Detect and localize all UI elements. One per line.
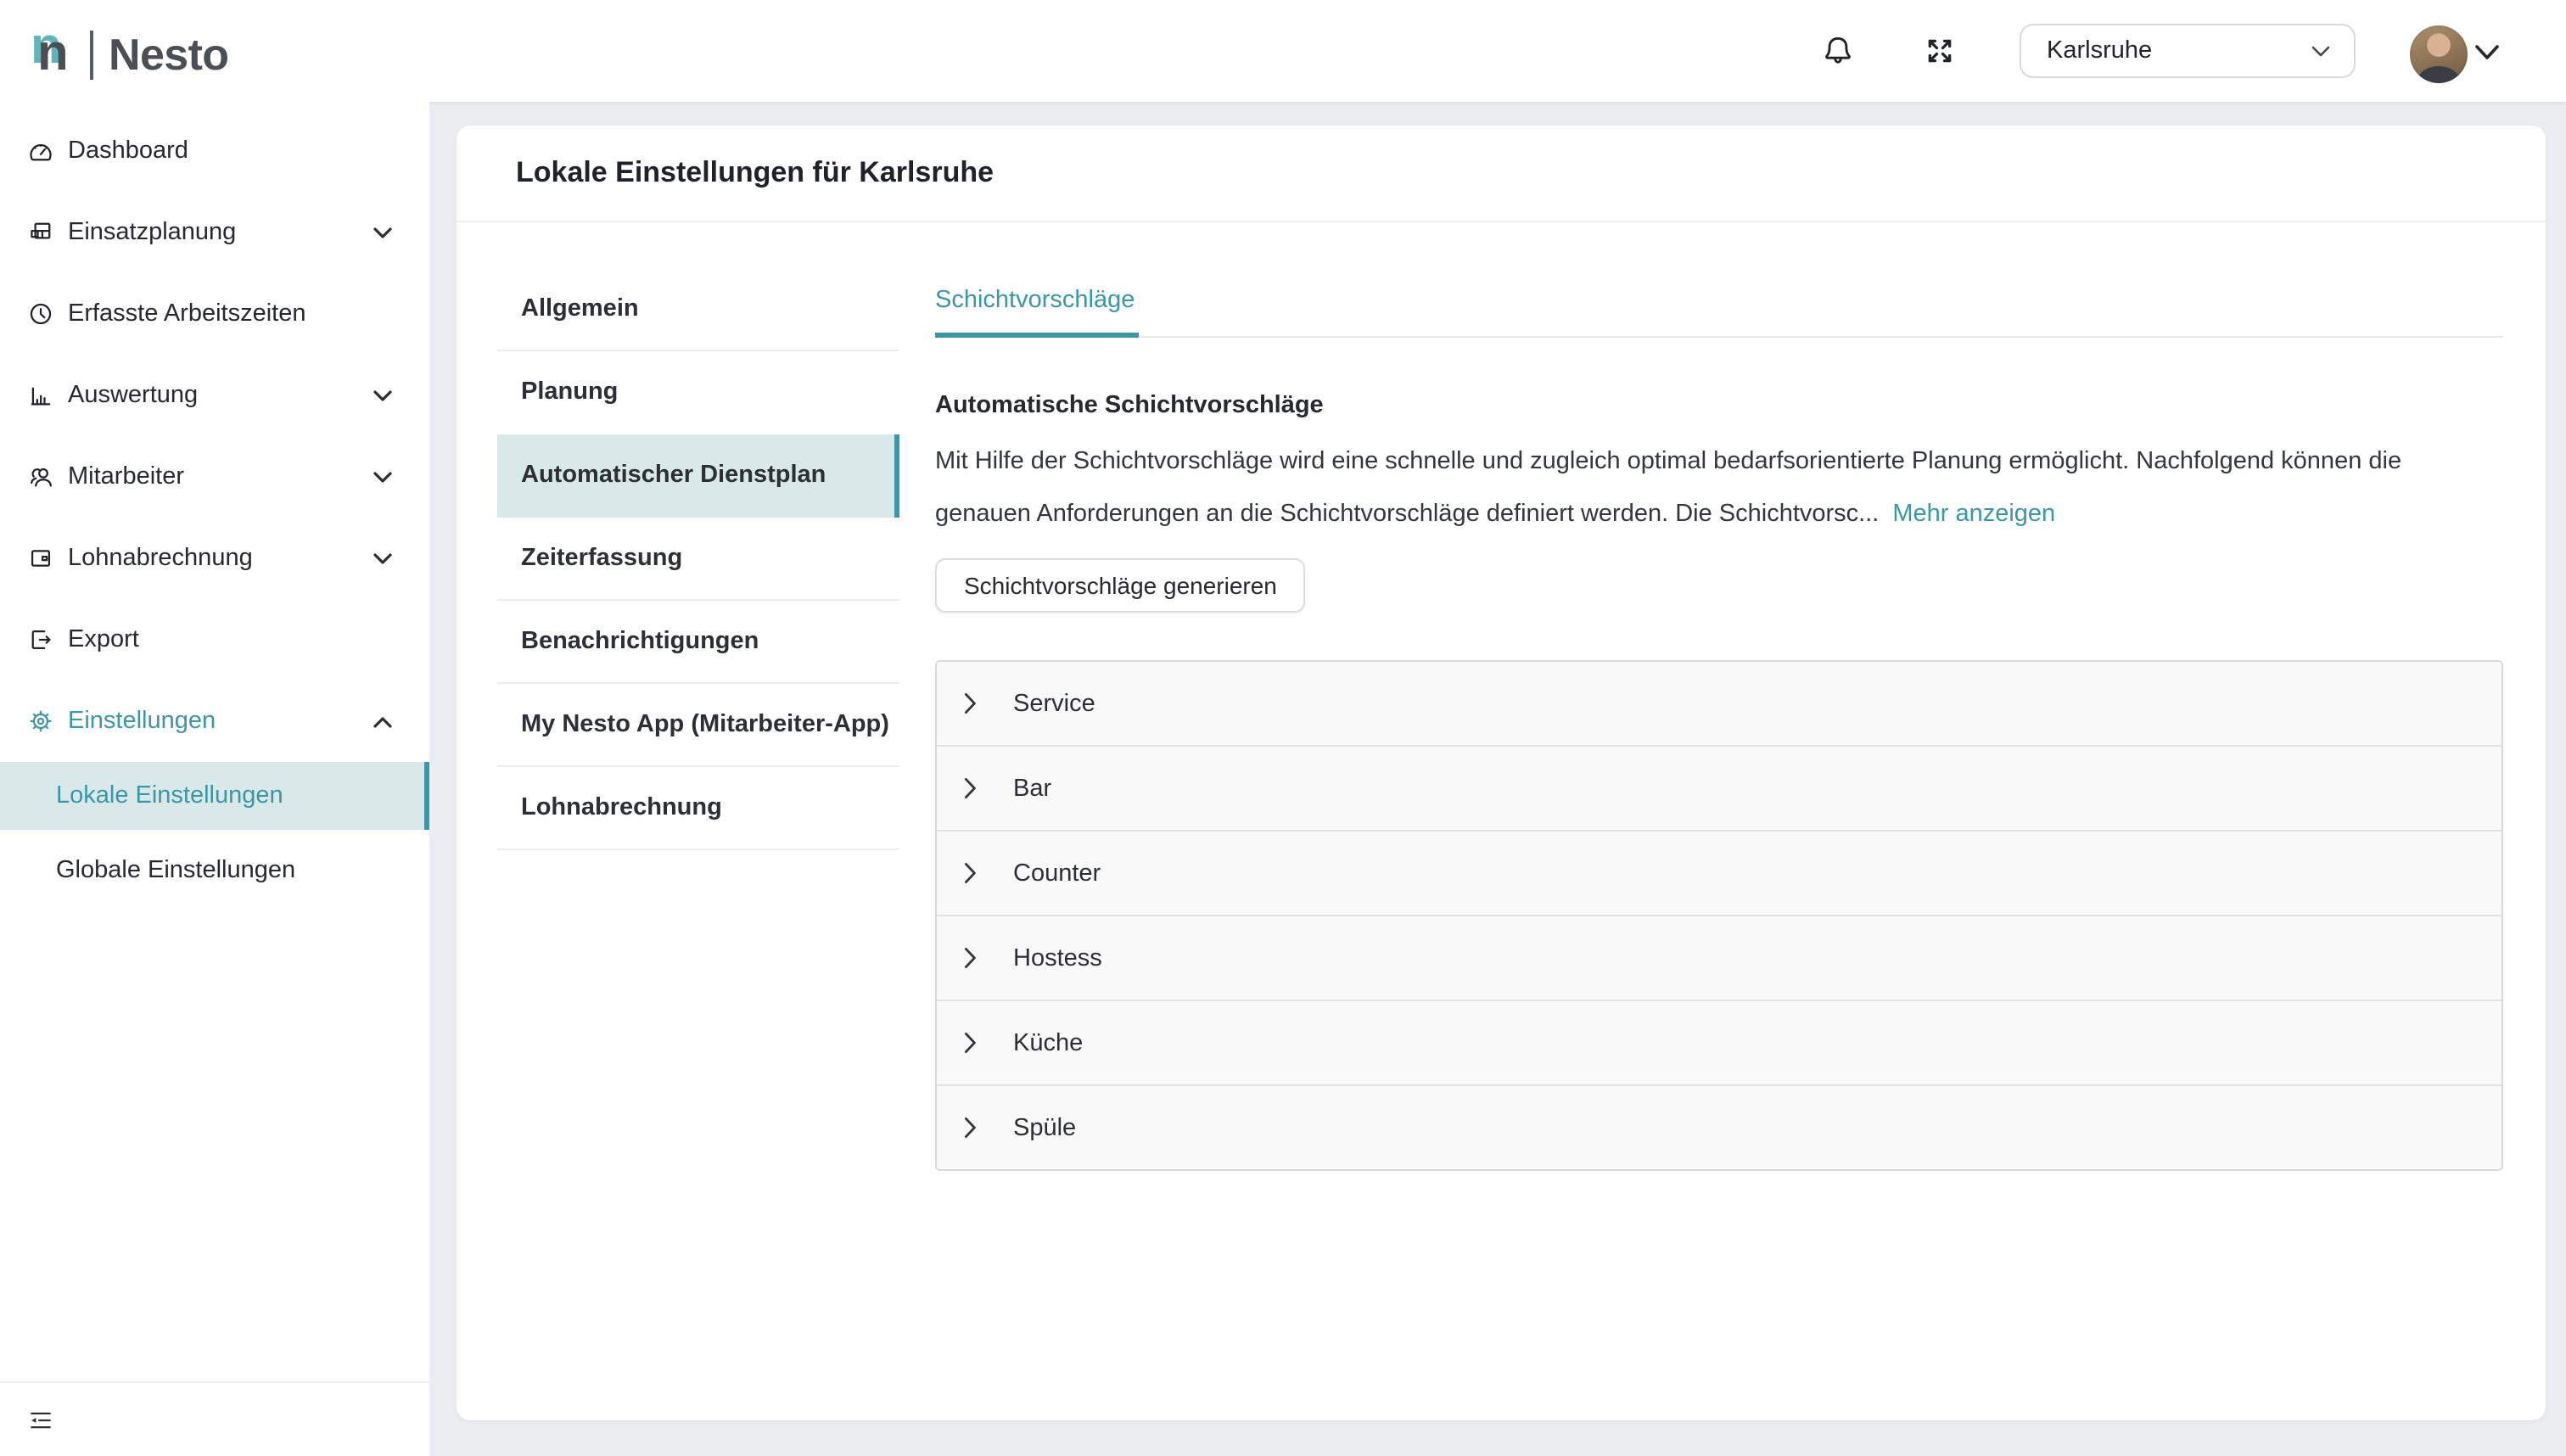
sidebar-item-mitarbeiter[interactable]: Mitarbeiter bbox=[0, 436, 429, 518]
sidebar-item-export[interactable]: Export bbox=[0, 599, 429, 680]
settings-nav-lohnabrechnung[interactable]: Lohnabrechnung bbox=[497, 767, 899, 850]
accordion-row-kueche[interactable]: Küche bbox=[937, 1000, 2502, 1084]
main-card: Lokale Einstellungen für Karlsruhe Allge… bbox=[457, 126, 2546, 1420]
sidebar-subitem-lokale-einstellungen[interactable]: Lokale Einstellungen bbox=[0, 762, 429, 830]
card-header: Lokale Einstellungen für Karlsruhe bbox=[457, 126, 2546, 222]
sidebar-item-label: Auswertung bbox=[68, 382, 198, 409]
accordion-row-counter[interactable]: Counter bbox=[937, 830, 2502, 915]
accordion-row-label: Service bbox=[1013, 690, 1095, 717]
section-description: Mit Hilfe der Schichtvorschläge wird ein… bbox=[935, 436, 2454, 541]
sidebar-subitem-label: Lokale Einstellungen bbox=[56, 782, 283, 809]
logo-mark: n bbox=[37, 24, 69, 85]
sidebar-item-lohnabrechnung[interactable]: Lohnabrechnung bbox=[0, 518, 429, 599]
accordion-row-label: Küche bbox=[1013, 1029, 1083, 1056]
card-body: AllgemeinPlanungAutomatischer Dienstplan… bbox=[457, 222, 2546, 1171]
bell-icon[interactable] bbox=[1819, 32, 1857, 70]
accordion-row-spuele[interactable]: Spüle bbox=[937, 1084, 2502, 1169]
fullscreen-expand-icon[interactable] bbox=[1921, 32, 1958, 70]
chevron-down-icon bbox=[373, 471, 392, 483]
sidebar-item-label: Erfasste Arbeitszeiten bbox=[68, 300, 306, 328]
sidebar-item-label: Einstellungen bbox=[68, 708, 216, 735]
sidebar-item-einsatzplanung[interactable]: Einsatzplanung bbox=[0, 192, 429, 273]
chevron-down-icon bbox=[2311, 45, 2330, 57]
nesto-logo-mark-icon: n n bbox=[36, 24, 81, 85]
chevron-right-icon bbox=[964, 1032, 978, 1054]
description-text: Mit Hilfe der Schichtvorschläge wird ein… bbox=[935, 448, 2401, 528]
wallet-icon bbox=[27, 545, 54, 572]
settings-nav-benachrichtigungen[interactable]: Benachrichtigungen bbox=[497, 601, 899, 684]
sidebar-item-label: Dashboard bbox=[68, 137, 188, 165]
accordion-row-label: Counter bbox=[1013, 860, 1101, 887]
accordion-row-label: Hostess bbox=[1013, 944, 1102, 972]
chevron-right-icon bbox=[964, 692, 978, 714]
chevron-down-icon bbox=[373, 552, 392, 564]
avatar[interactable] bbox=[2410, 25, 2468, 83]
chevron-right-icon bbox=[964, 947, 978, 969]
chevron-down-icon[interactable] bbox=[2474, 44, 2500, 61]
gauge-icon bbox=[27, 137, 54, 165]
sidebar-item-einstellungen[interactable]: Einstellungen bbox=[0, 680, 429, 762]
sidebar-nav: Dashboard Einsatzplanung Erfasste Arbeitsz… bbox=[0, 110, 429, 911]
more-link[interactable]: Mehr anzeigen bbox=[1892, 501, 2055, 528]
export-icon bbox=[27, 626, 54, 653]
chevron-down-icon bbox=[373, 389, 392, 401]
chevron-right-icon bbox=[964, 862, 978, 884]
settings-nav-zeiterfassung[interactable]: Zeiterfassung bbox=[497, 518, 899, 601]
sidebar-subitem-label: Globale Einstellungen bbox=[56, 857, 295, 884]
accordion-row-label: Bar bbox=[1013, 775, 1051, 802]
settings-nav-automatischer-dienstplan[interactable]: Automatischer Dienstplan bbox=[497, 434, 899, 518]
sidebar-item-label: Mitarbeiter bbox=[68, 463, 184, 490]
shift-groups-accordion: Service Bar Counter Hostess Küche Spüle bbox=[935, 660, 2503, 1171]
bar-chart-icon bbox=[27, 382, 54, 409]
chevron-right-icon bbox=[964, 777, 978, 799]
chevron-up-icon bbox=[373, 715, 392, 727]
topbar: Karlsruhe bbox=[429, 0, 2566, 102]
sidebar-item-dashboard[interactable]: Dashboard bbox=[0, 110, 429, 192]
logo-wordmark: Nesto bbox=[109, 28, 229, 81]
sidebar-item-label: Lohnabrechnung bbox=[68, 545, 253, 572]
app-root: n n Nesto Dashboard Einsatzplanung Erfasst… bbox=[0, 0, 2566, 1456]
sidebar: n n Nesto Dashboard Einsatzplanung Erfasst… bbox=[0, 0, 429, 1456]
accordion-row-label: Spüle bbox=[1013, 1114, 1076, 1141]
settings-content: Schichtvorschläge Automatische Schichtvo… bbox=[935, 268, 2503, 1171]
sidebar-item-label: Export bbox=[68, 626, 139, 653]
collapse-sidebar-icon[interactable] bbox=[27, 1406, 54, 1433]
page-title: Lokale Einstellungen für Karlsruhe bbox=[516, 156, 994, 190]
app-logo: n n Nesto bbox=[0, 0, 429, 109]
settings-nav-my-nesto-app-mitarbeiter-app[interactable]: My Nesto App (Mitarbeiter-App) bbox=[497, 684, 899, 767]
sidebar-item-auswertung[interactable]: Auswertung bbox=[0, 355, 429, 436]
chevron-down-icon bbox=[373, 227, 392, 238]
people-icon bbox=[27, 463, 54, 490]
location-select[interactable]: Karlsruhe bbox=[2020, 24, 2356, 78]
settings-nav-planung[interactable]: Planung bbox=[497, 351, 899, 434]
settings-nav-allgemein[interactable]: Allgemein bbox=[497, 268, 899, 351]
sidebar-subitem-globale-einstellungen[interactable]: Globale Einstellungen bbox=[0, 830, 429, 911]
settings-nav: AllgemeinPlanungAutomatischer Dienstplan… bbox=[497, 268, 899, 1171]
sidebar-item-label: Einsatzplanung bbox=[68, 219, 236, 246]
clock-icon bbox=[27, 300, 54, 328]
location-select-value: Karlsruhe bbox=[2047, 37, 2152, 64]
tab-schichtvorschlaege[interactable]: Schichtvorschläge bbox=[935, 268, 1138, 338]
section-heading: Automatische Schichtvorschläge bbox=[935, 389, 2503, 423]
accordion-row-hostess[interactable]: Hostess bbox=[937, 915, 2502, 1000]
planning-grid-icon bbox=[27, 219, 54, 246]
chevron-right-icon bbox=[964, 1117, 978, 1139]
logo-separator bbox=[90, 30, 93, 79]
accordion-row-service[interactable]: Service bbox=[937, 662, 2502, 745]
sidebar-footer bbox=[0, 1381, 429, 1456]
gear-icon bbox=[27, 708, 54, 735]
sidebar-item-erfasste-arbeitszeiten[interactable]: Erfasste Arbeitszeiten bbox=[0, 273, 429, 355]
tabs-row: Schichtvorschläge bbox=[935, 268, 2503, 338]
generate-shift-suggestions-button[interactable]: Schichtvorschläge generieren bbox=[935, 558, 1306, 613]
accordion-row-bar[interactable]: Bar bbox=[937, 745, 2502, 830]
